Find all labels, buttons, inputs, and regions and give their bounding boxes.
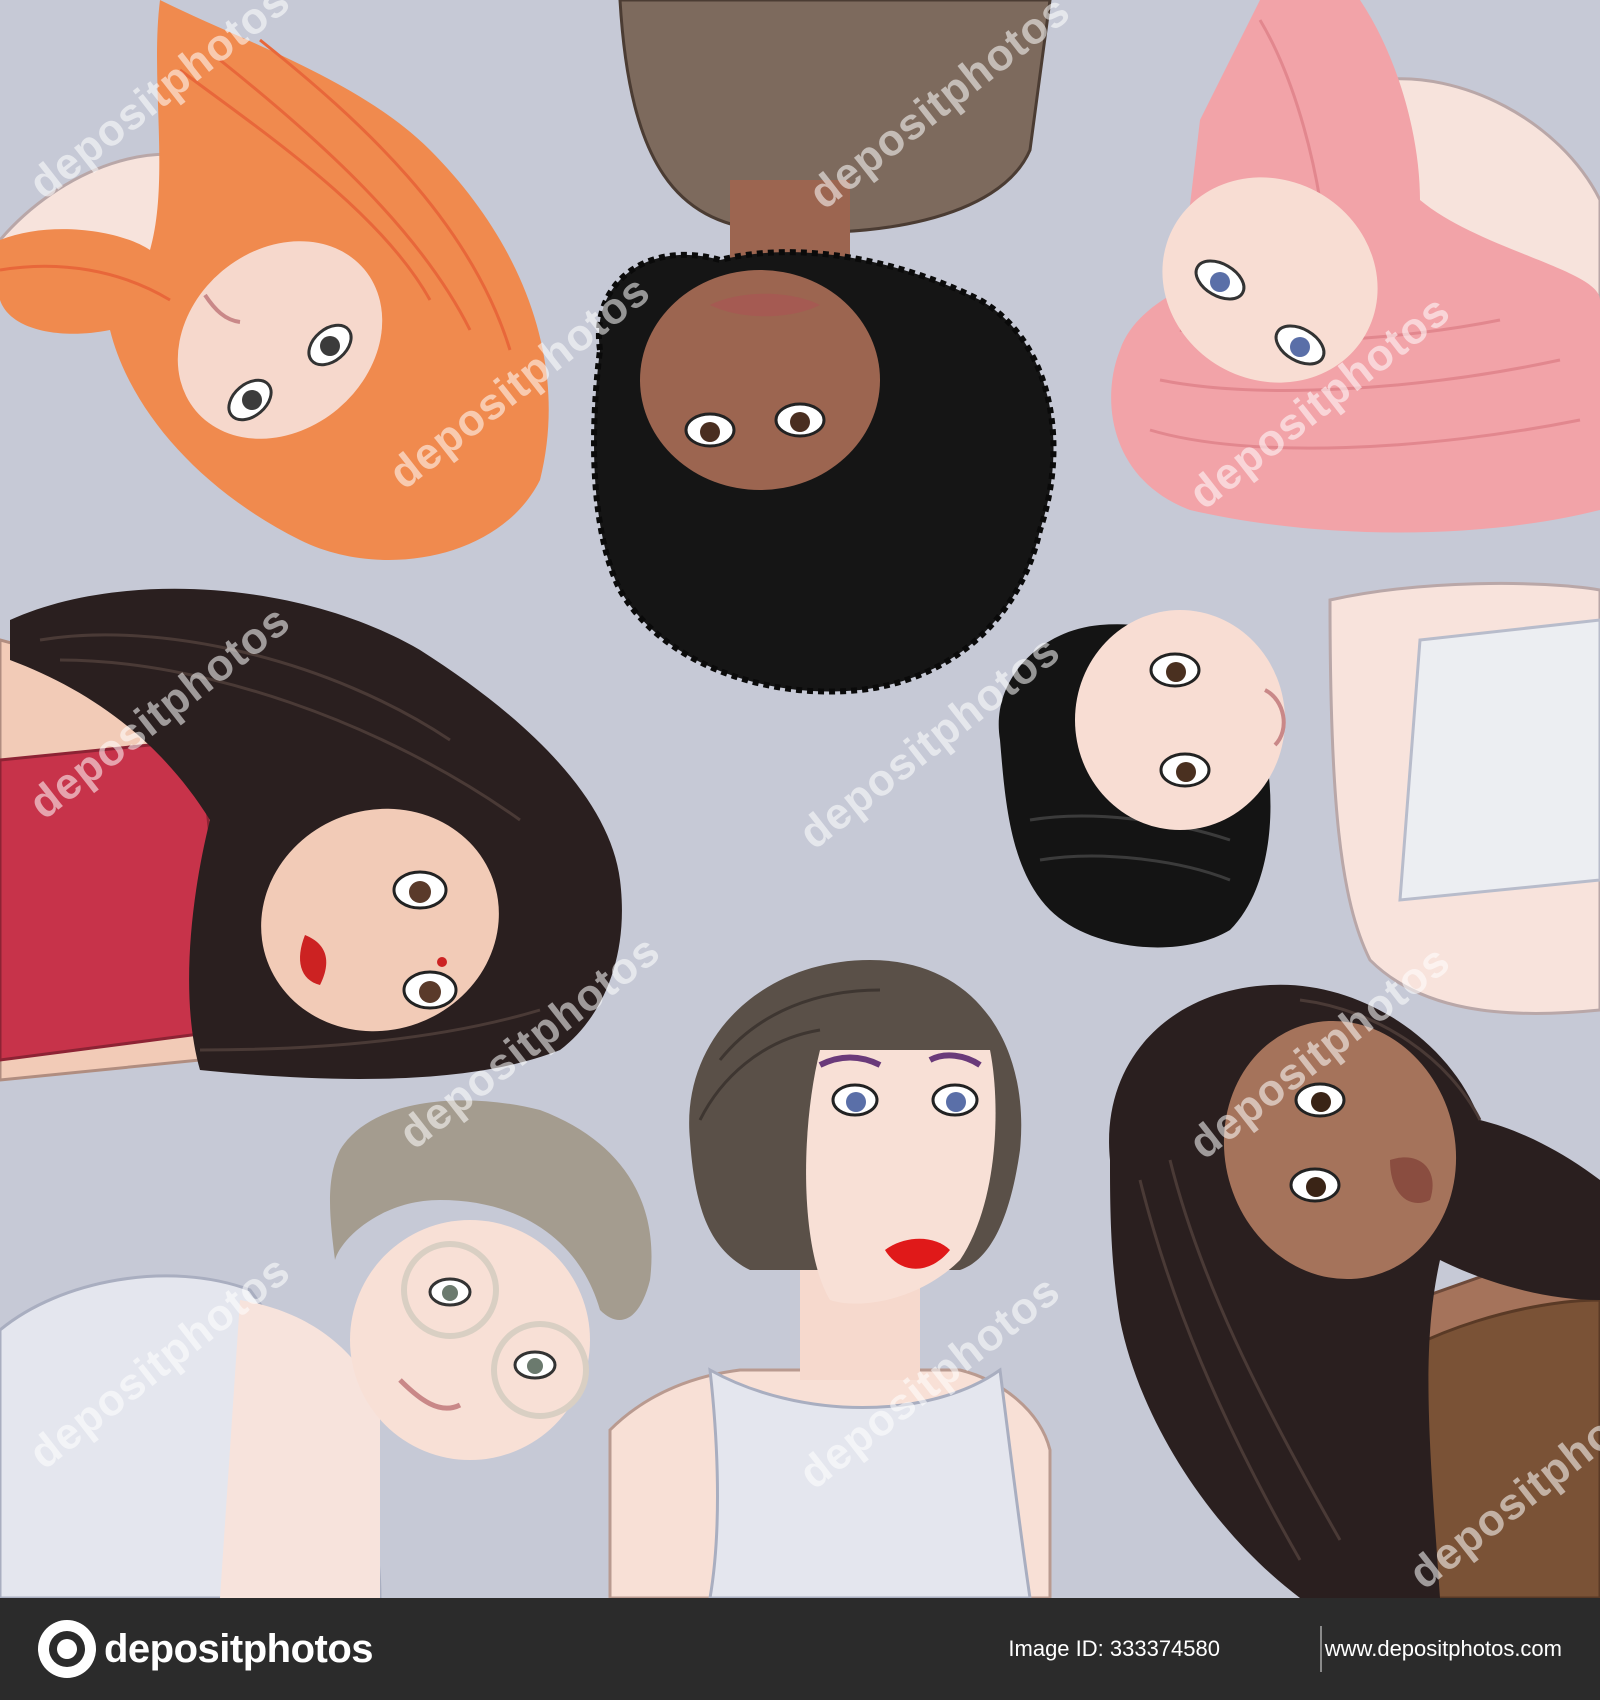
logo-icon (38, 1620, 96, 1678)
curly-hair-woman (591, 0, 1057, 695)
women-circle-illustration (0, 0, 1600, 1598)
illustration: depositphotos depositphotos depositphoto… (0, 0, 1600, 1598)
logo-text: depositphotos (104, 1626, 374, 1671)
depositphotos-logo[interactable]: depositphotos (38, 1620, 374, 1678)
footer-divider (1320, 1626, 1322, 1672)
footer-bar: depositphotos Image ID: 333374580 www.de… (0, 1598, 1600, 1700)
image-id: Image ID: 333374580 (1008, 1636, 1220, 1661)
site-url[interactable]: www.depositphotos.com (1325, 1636, 1562, 1662)
